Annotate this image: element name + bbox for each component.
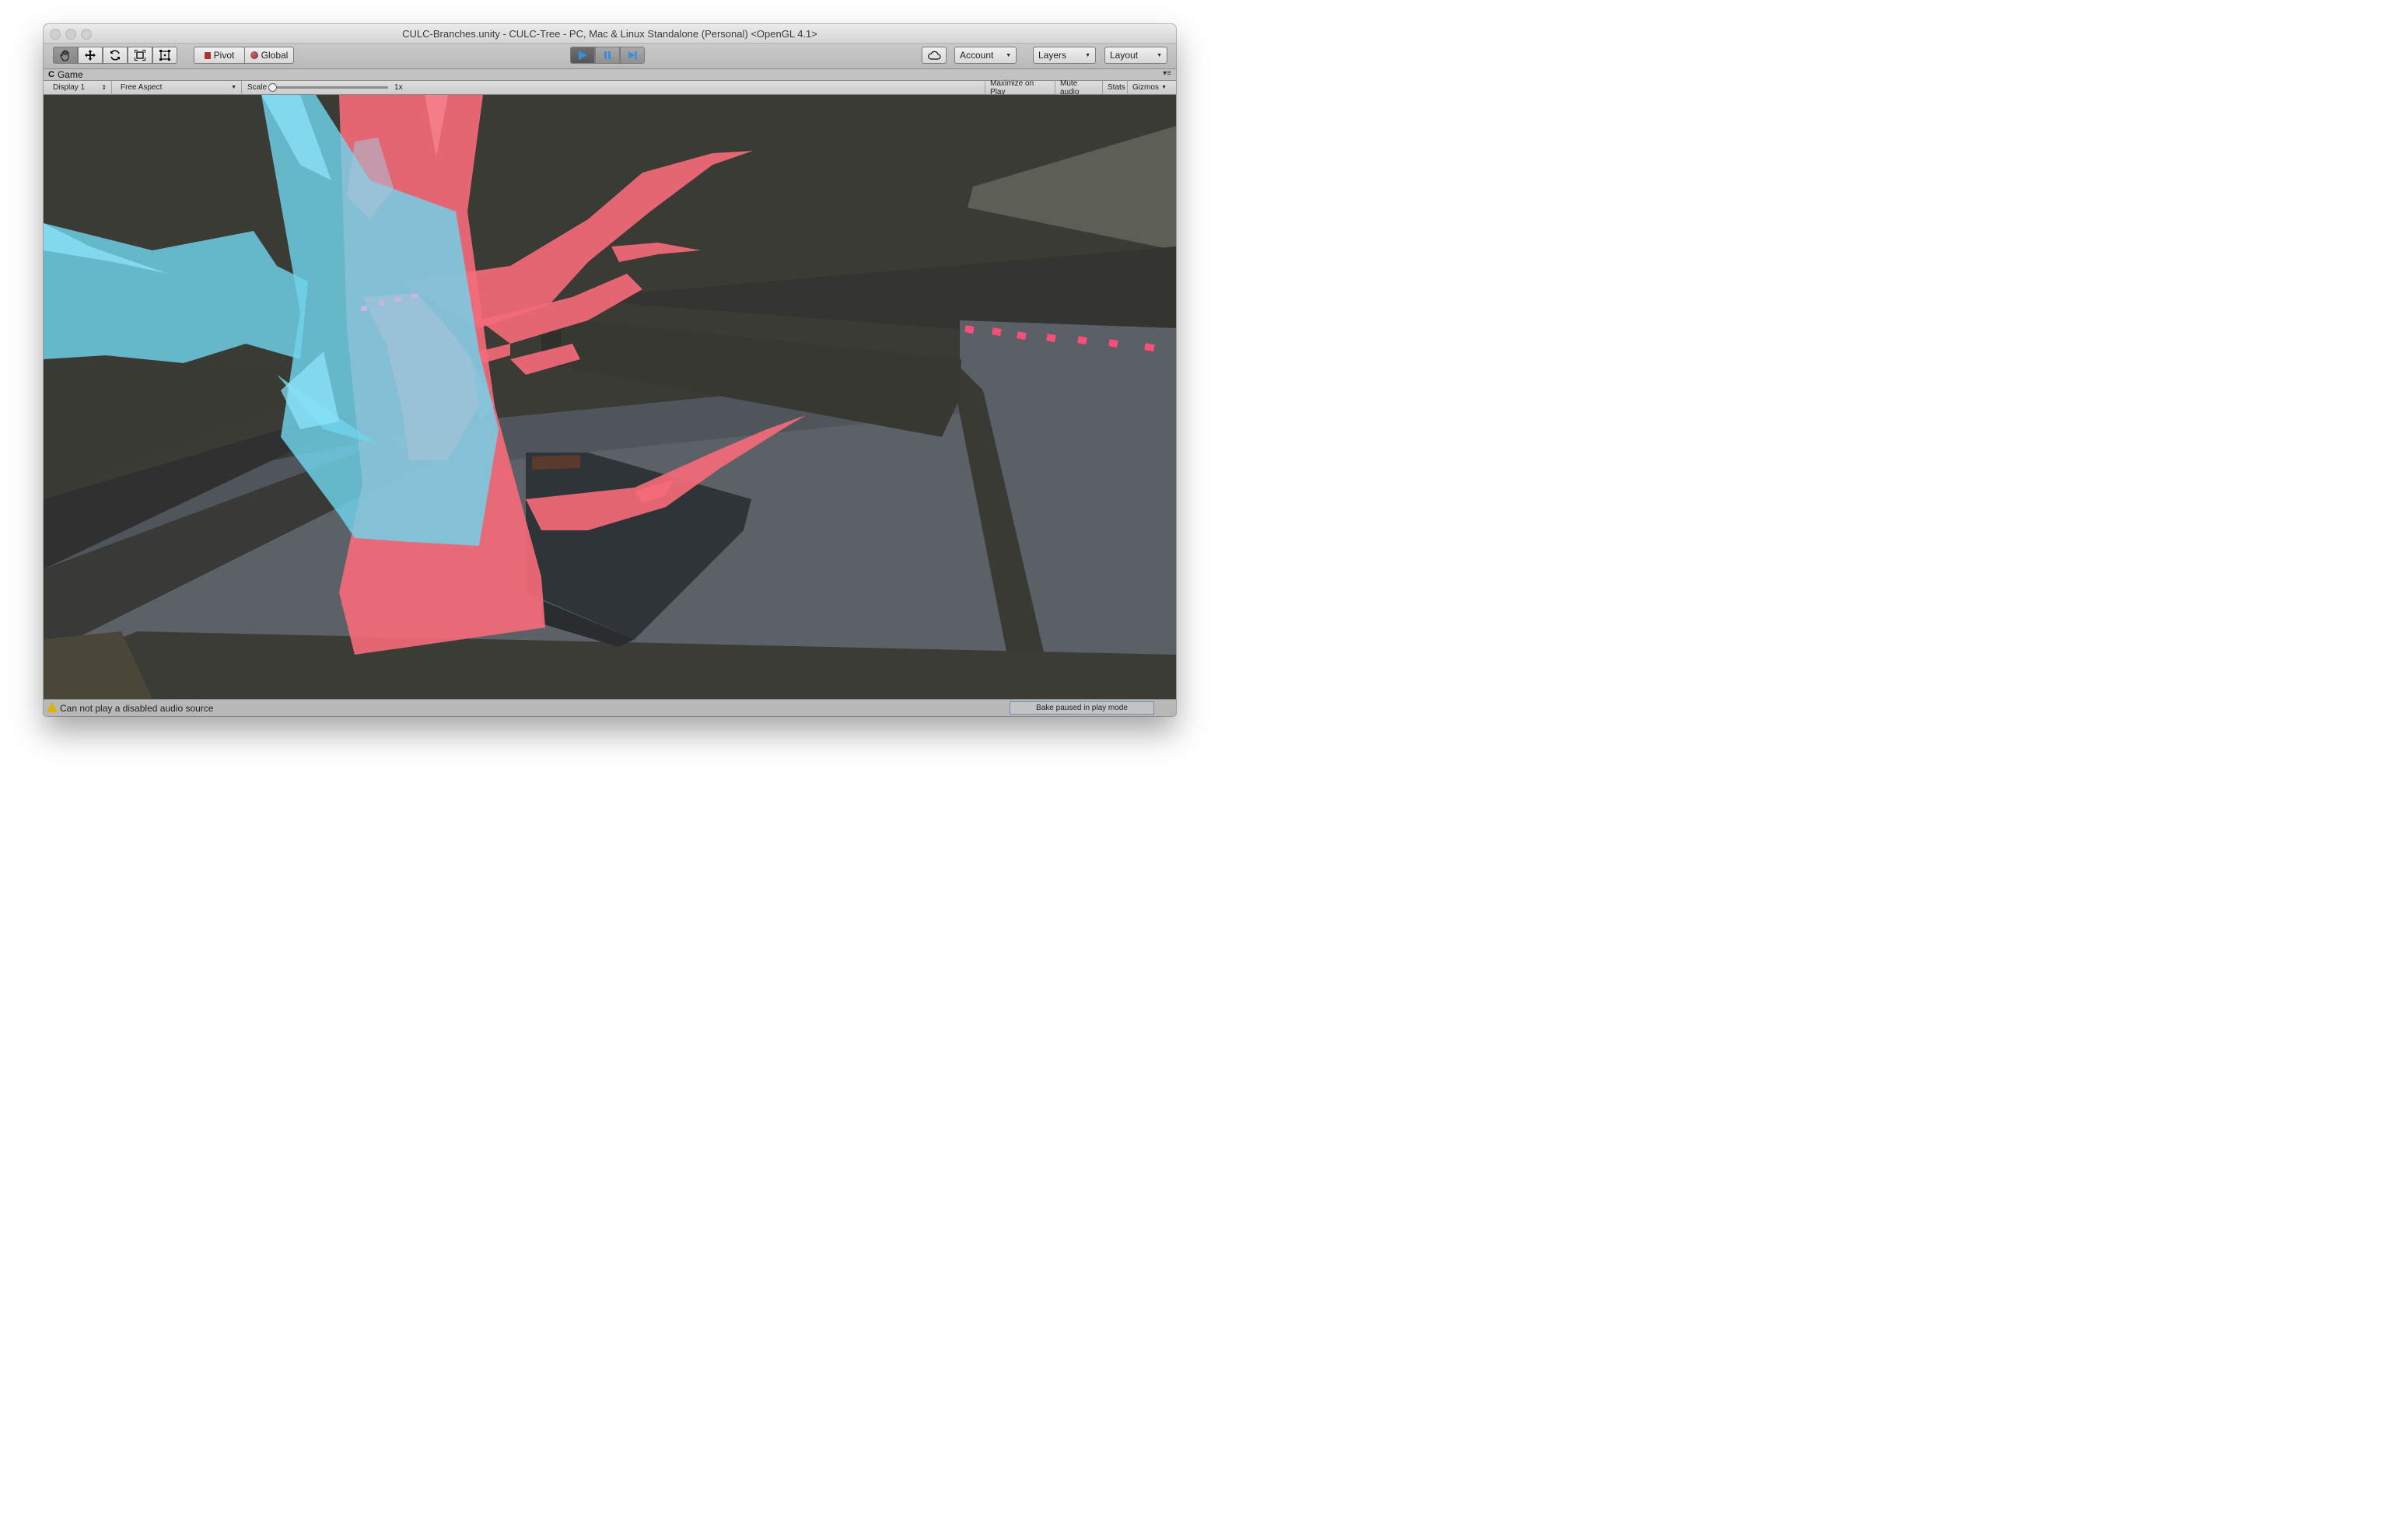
pause-button[interactable]: [595, 47, 620, 64]
dropdown-arrow-icon: ▼: [1157, 52, 1162, 58]
cloud-icon: [928, 51, 941, 60]
rect-tool-button[interactable]: [152, 47, 177, 64]
scale-tool-button[interactable]: [128, 47, 152, 64]
dropdown-arrow-icon: ▼: [1085, 52, 1090, 58]
gizmos-label: Gizmos: [1132, 83, 1159, 92]
tab-game-label: Game: [57, 69, 83, 80]
scale-control: Scale 1x: [243, 81, 414, 94]
mute-audio-toggle[interactable]: Mute audio: [1055, 79, 1103, 96]
account-dropdown[interactable]: Account ▼: [954, 47, 1017, 64]
window-title: CULC-Branches.unity - CULC-Tree - PC, Ma…: [402, 28, 817, 40]
status-message[interactable]: Can not play a disabled audio source: [60, 703, 213, 714]
rect-transform-icon: [159, 50, 170, 61]
game-viewport[interactable]: [44, 95, 1176, 699]
scale-slider-thumb[interactable]: [268, 83, 278, 92]
hand-icon: [60, 50, 69, 61]
layout-dropdown[interactable]: Layout ▼: [1104, 47, 1167, 64]
game-controller-icon: C: [48, 70, 54, 79]
dropdown-arrow-icon: ▼: [1161, 85, 1167, 90]
updown-arrow-icon: ⇕: [101, 84, 107, 91]
layers-dropdown[interactable]: Layers ▼: [1033, 47, 1096, 64]
mute-audio-label: Mute audio: [1060, 79, 1080, 96]
rotate-tool-button[interactable]: [103, 47, 128, 64]
collab-cloud-button[interactable]: [922, 47, 947, 64]
move-icon: [85, 50, 96, 61]
scale-value: 1x: [394, 83, 403, 92]
pivot-toggle-button[interactable]: Pivot: [194, 47, 245, 64]
scale-icon: [135, 50, 145, 61]
play-icon: [579, 51, 587, 60]
status-bar: Can not play a disabled audio source Bak…: [44, 699, 1176, 716]
pivot-icon: [204, 51, 211, 59]
bake-status: Bake paused in play mode: [1010, 701, 1154, 715]
unity-editor-window: CULC-Branches.unity - CULC-Tree - PC, Ma…: [44, 24, 1176, 716]
display-dropdown[interactable]: Display 1 ⇕: [48, 81, 112, 94]
pivot-label: Pivot: [213, 50, 235, 61]
layout-label: Layout: [1110, 50, 1139, 61]
aspect-label: Free Aspect: [121, 83, 163, 92]
main-toolbar: Pivot Global Account ▼ Layers ▼ Layout ▼: [44, 44, 1176, 69]
game-view-options: Display 1 ⇕ Free Aspect ▼ Scale 1x Maxim…: [44, 79, 1176, 96]
warning-icon: [47, 702, 58, 712]
gizmos-dropdown[interactable]: Gizmos ▼: [1128, 81, 1171, 94]
title-bar: CULC-Branches.unity - CULC-Tree - PC, Ma…: [44, 24, 1176, 44]
rotate-icon: [110, 50, 120, 61]
pause-icon: [604, 51, 611, 59]
step-button[interactable]: [620, 47, 645, 64]
maximize-on-play-toggle[interactable]: Maximize on Play: [985, 79, 1055, 96]
maximize-on-play-label: Maximize on Play: [990, 79, 1034, 96]
aspect-dropdown[interactable]: Free Aspect ▼: [116, 81, 242, 94]
account-label: Account: [960, 50, 994, 61]
scale-slider[interactable]: [268, 83, 389, 92]
tab-game[interactable]: C Game: [48, 69, 83, 80]
panel-menu-icon[interactable]: ▾≡: [1163, 69, 1171, 78]
bake-status-label: Bake paused in play mode: [1036, 704, 1128, 712]
layers-label: Layers: [1038, 50, 1067, 61]
play-button[interactable]: [570, 47, 595, 64]
game-render-scene: [44, 95, 1176, 699]
step-icon: [628, 51, 637, 59]
hand-tool-button[interactable]: [53, 47, 78, 64]
global-toggle-button[interactable]: Global: [244, 47, 294, 64]
dropdown-arrow-icon: ▼: [1006, 52, 1011, 58]
display-label: Display 1: [53, 83, 86, 92]
globe-icon: [250, 51, 258, 59]
scale-label: Scale: [247, 83, 268, 92]
dropdown-arrow-icon: ▼: [231, 85, 236, 90]
stats-label: Stats: [1108, 83, 1125, 92]
global-label: Global: [261, 50, 289, 61]
move-tool-button[interactable]: [78, 47, 103, 64]
stats-toggle[interactable]: Stats: [1103, 81, 1128, 94]
